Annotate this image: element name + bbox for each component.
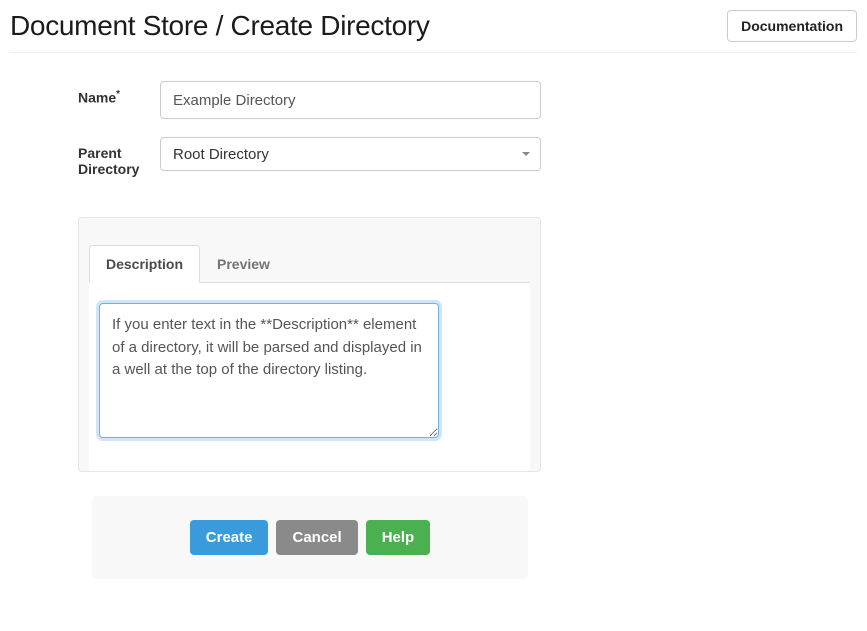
documentation-button[interactable]: Documentation: [727, 10, 857, 42]
chevron-down-icon: [522, 152, 530, 156]
parent-directory-value: Root Directory: [173, 146, 269, 163]
parent-directory-select[interactable]: Root Directory: [160, 137, 541, 171]
name-label: Name*: [78, 81, 160, 106]
create-button[interactable]: Create: [190, 520, 269, 555]
page-title: Document Store / Create Directory: [10, 10, 430, 42]
required-marker: *: [116, 89, 120, 100]
tab-description[interactable]: Description: [89, 245, 200, 283]
name-input[interactable]: [160, 81, 541, 119]
tab-preview[interactable]: Preview: [200, 245, 287, 283]
cancel-button[interactable]: Cancel: [276, 520, 357, 555]
help-button[interactable]: Help: [366, 520, 431, 555]
description-textarea[interactable]: [99, 303, 439, 438]
parent-directory-label: Parent Directory: [78, 137, 160, 177]
